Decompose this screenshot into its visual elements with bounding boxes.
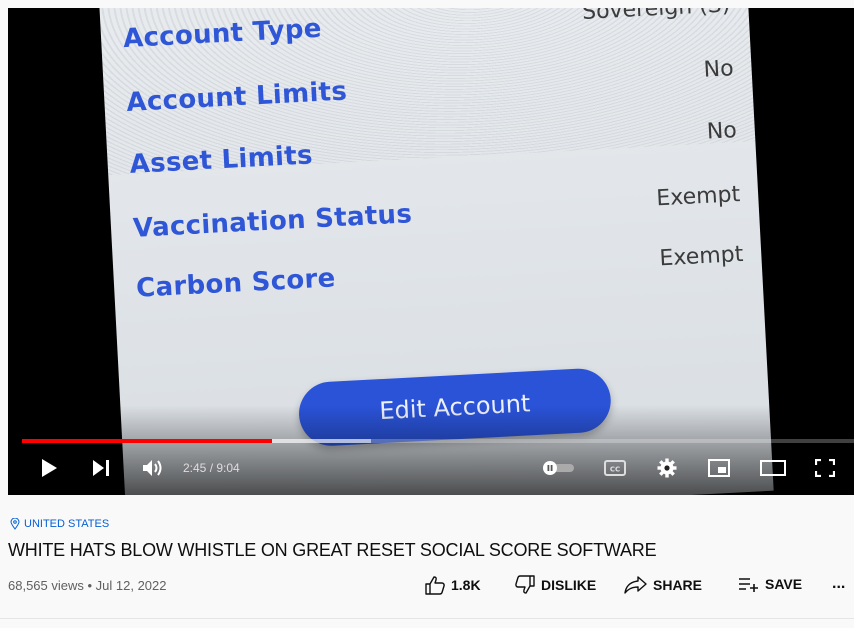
screen-row-value: No bbox=[703, 56, 735, 83]
theater-button[interactable] bbox=[756, 450, 790, 486]
share-button[interactable]: SHARE bbox=[624, 575, 702, 595]
miniplayer-icon bbox=[708, 459, 730, 477]
save-label: SAVE bbox=[765, 576, 803, 592]
autoplay-toggle[interactable] bbox=[538, 450, 578, 486]
screen-row-value: Exempt bbox=[658, 241, 744, 272]
captions-button[interactable]: CC bbox=[600, 450, 630, 486]
theater-icon bbox=[760, 460, 786, 476]
like-count: 1.8K bbox=[451, 577, 481, 593]
played-bar bbox=[22, 439, 273, 443]
thumbs-down-icon bbox=[515, 575, 535, 594]
miniplayer-button[interactable] bbox=[704, 450, 734, 486]
time-display: 2:45 / 9:04 bbox=[183, 461, 240, 475]
location-label: UNITED STATES bbox=[24, 518, 110, 530]
dislike-button[interactable]: DISLIKE bbox=[514, 575, 596, 595]
share-icon bbox=[624, 576, 647, 594]
next-icon bbox=[93, 460, 109, 476]
screen-row-label: Vaccination Status bbox=[132, 199, 413, 244]
fullscreen-button[interactable] bbox=[808, 450, 842, 486]
screen-row-label: Carbon Score bbox=[135, 263, 337, 304]
svg-text:CC: CC bbox=[610, 466, 620, 474]
like-button[interactable]: 1.8K bbox=[424, 575, 481, 595]
more-actions-button[interactable]: ... bbox=[832, 575, 845, 593]
thumbs-up-icon bbox=[425, 576, 445, 595]
location-link[interactable]: UNITED STATES bbox=[10, 518, 109, 530]
screen-row-carbon-score: Carbon Score Exempt bbox=[135, 241, 744, 304]
video-player[interactable]: Account Type Sovereign (S) Account Limit… bbox=[8, 8, 854, 495]
add-to-playlist-icon bbox=[739, 578, 758, 592]
video-title: WHITE HATS BLOW WHISTLE ON GREAT RESET S… bbox=[8, 540, 657, 560]
screen-row-value: Exempt bbox=[655, 182, 741, 212]
volume-button[interactable] bbox=[138, 450, 168, 486]
autoplay-toggle-icon bbox=[543, 461, 574, 475]
player-controls: 2:45 / 9:04 CC bbox=[8, 450, 854, 486]
share-label: SHARE bbox=[653, 577, 703, 593]
progress-bar[interactable] bbox=[22, 439, 854, 443]
gear-icon bbox=[657, 458, 677, 478]
settings-button[interactable] bbox=[652, 450, 682, 486]
play-button[interactable] bbox=[34, 450, 64, 486]
fullscreen-icon bbox=[815, 459, 835, 477]
next-button[interactable] bbox=[86, 450, 116, 486]
screen-row-value: No bbox=[706, 118, 738, 145]
more-icon: ... bbox=[832, 575, 846, 592]
video-meta: 68,565 views • Jul 12, 2022 bbox=[8, 578, 167, 593]
divider bbox=[0, 618, 854, 619]
save-button[interactable]: SAVE bbox=[738, 575, 802, 593]
volume-icon bbox=[143, 460, 162, 476]
location-pin-icon bbox=[10, 518, 20, 530]
cc-icon: CC bbox=[604, 460, 626, 476]
screen-row-vaccination-status: Vaccination Status Exempt bbox=[132, 182, 741, 244]
play-icon bbox=[42, 459, 57, 477]
dislike-label: DISLIKE bbox=[541, 577, 597, 593]
